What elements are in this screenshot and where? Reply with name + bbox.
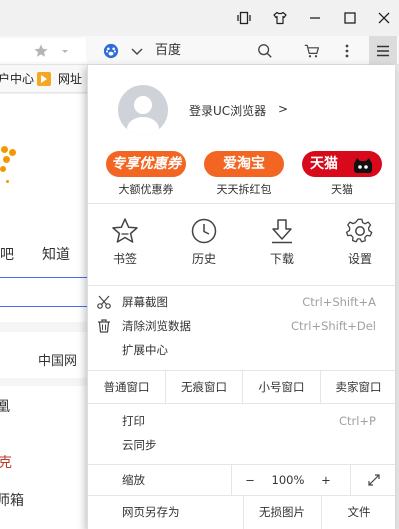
trash-icon [98,319,110,333]
promo-pill: 天猫 [302,151,382,177]
tmall-text: 天猫 [310,156,338,172]
zoom-value: 100% [271,473,305,487]
history-button[interactable]: 历史 [174,213,234,273]
logo-dot [0,166,6,172]
promo-taobao[interactable]: 爱淘宝 天天拆红包 [199,151,289,201]
quick-actions: 书签 历史 下载 设置 [88,213,395,273]
promo-label: 天猫 [331,183,353,196]
paw-icon[interactable] [102,36,120,65]
zoom-label: 缩放 [122,473,145,487]
page-list-item[interactable]: 师箱 [0,490,24,510]
close-icon[interactable] [370,0,398,36]
history-label: 历史 [191,252,216,266]
search-engine-label[interactable]: 百度 [155,36,181,65]
normal-window-button[interactable]: 普通窗口 [88,371,166,404]
search-icon[interactable] [256,36,274,65]
page-link[interactable]: 中国网 [38,350,77,369]
bookmark-item[interactable]: 户中心 [0,65,34,93]
shortcut-label: Ctrl+P [338,414,376,428]
shortcut-label: Ctrl+Shift+Del [291,319,376,333]
clock-icon [191,218,217,244]
title-bar [0,0,399,36]
login-section[interactable]: 登录UC浏览器 > [88,65,395,151]
save-page-label: 网页另存为 [122,505,180,519]
seller-window-button[interactable]: 卖家窗口 [321,371,395,404]
menu-item-screenshot[interactable]: 屏幕截图 Ctrl+Shift+A [88,290,395,315]
divider [88,203,395,204]
page-divider [0,322,87,332]
promo-row: 专享优惠券 大额优惠券 爱淘宝 天天拆红包 天猫 天猫 [88,151,395,201]
alt-account-window-button[interactable]: 小号窗口 [243,371,321,404]
chevron-down-icon[interactable] [130,36,144,65]
download-icon [272,219,292,244]
scissors-icon [97,295,111,309]
promo-pill: 爱淘宝 [204,151,284,177]
divider [231,465,232,496]
logo-dot [1,146,8,153]
downloads-label: 下载 [269,252,294,266]
address-bar: 百度 [0,36,399,65]
promo-pill: 专享优惠券 [106,151,186,177]
zoom-in-button[interactable]: + [312,465,340,496]
bookmarks-button[interactable]: 书签 [95,213,155,273]
star-icon[interactable] [33,36,49,65]
cart-icon[interactable] [302,36,322,65]
menu-item-label: 清除浏览数据 [122,319,191,333]
minimize-icon[interactable] [301,0,329,36]
settings-label: 设置 [347,252,372,266]
chevron-down-icon[interactable] [59,36,71,65]
menu-item-print[interactable]: 打印 Ctrl+P [88,409,395,434]
promo-label: 大额优惠券 [118,183,174,196]
logo-dot [3,156,10,163]
logo-dot [6,180,9,183]
promo-label: 天天拆红包 [216,183,272,196]
menu-item-clear-data[interactable]: 清除浏览数据 Ctrl+Shift+Del [88,314,395,339]
browser-menu: 登录UC浏览器 > 专享优惠券 大额优惠券 爱淘宝 天天拆红包 天猫 天猫 书签… [87,65,395,529]
promo-coupon[interactable]: 专享优惠券 大额优惠券 [101,151,191,201]
page-list-item[interactable]: 凰 [0,396,10,416]
more-icon[interactable] [340,36,354,65]
window-mode-row: 普通窗口 无痕窗口 小号窗口 卖家窗口 [88,370,395,404]
menu-icon[interactable] [369,36,397,65]
save-as-image-button[interactable]: 无损图片 [244,496,320,529]
menu-item-label: 屏幕截图 [122,295,168,309]
menu-item-label: 扩展中心 [122,343,168,357]
tmall-cat-icon [354,158,372,173]
menu-item-extensions[interactable]: 扩展中心 [88,338,395,363]
maximize-icon[interactable] [336,0,364,36]
page-divider [0,378,87,386]
zoom-row: 缩放 − 100% + [88,464,395,496]
bookmark-folder-icon [36,65,52,93]
menu-item-label: 打印 [122,414,145,428]
save-page-row: 网页另存为 无损图片 文件 [88,496,395,529]
gear-icon [346,218,373,243]
shirt-icon[interactable] [266,0,294,36]
web-page: 吧 知道 中国网 凰 克 师箱 [0,94,87,529]
incognito-window-button[interactable]: 无痕窗口 [166,371,243,404]
save-as-file-button[interactable]: 文件 [322,496,395,529]
avatar[interactable] [118,85,168,135]
page-icon[interactable] [230,0,258,36]
zoom-out-button[interactable]: − [236,465,264,496]
bookmark-item[interactable]: 网址 [58,65,82,93]
promo-tmall[interactable]: 天猫 天猫 [297,151,387,201]
logo-dot [9,149,16,156]
fullscreen-button[interactable] [351,465,395,496]
shortcut-label: Ctrl+Shift+A [302,295,376,309]
page-list-item[interactable]: 克 [0,452,12,472]
page-tab[interactable]: 知道 [42,244,70,264]
divider [88,285,395,286]
menu-item-label: 云同步 [122,438,157,452]
bookmarks-label: 书签 [112,252,137,266]
downloads-button[interactable]: 下载 [252,213,312,273]
settings-button[interactable]: 设置 [330,213,390,273]
menu-item-sync[interactable]: 云同步 [88,433,395,458]
chevron-right-icon: > [278,102,289,116]
fullscreen-icon [367,474,380,486]
scrollbar[interactable] [395,65,399,529]
login-link[interactable]: 登录UC浏览器 [189,102,266,119]
star-outline-icon [112,218,138,243]
page-search-box[interactable] [0,277,87,307]
page-tab[interactable]: 吧 [0,244,14,264]
